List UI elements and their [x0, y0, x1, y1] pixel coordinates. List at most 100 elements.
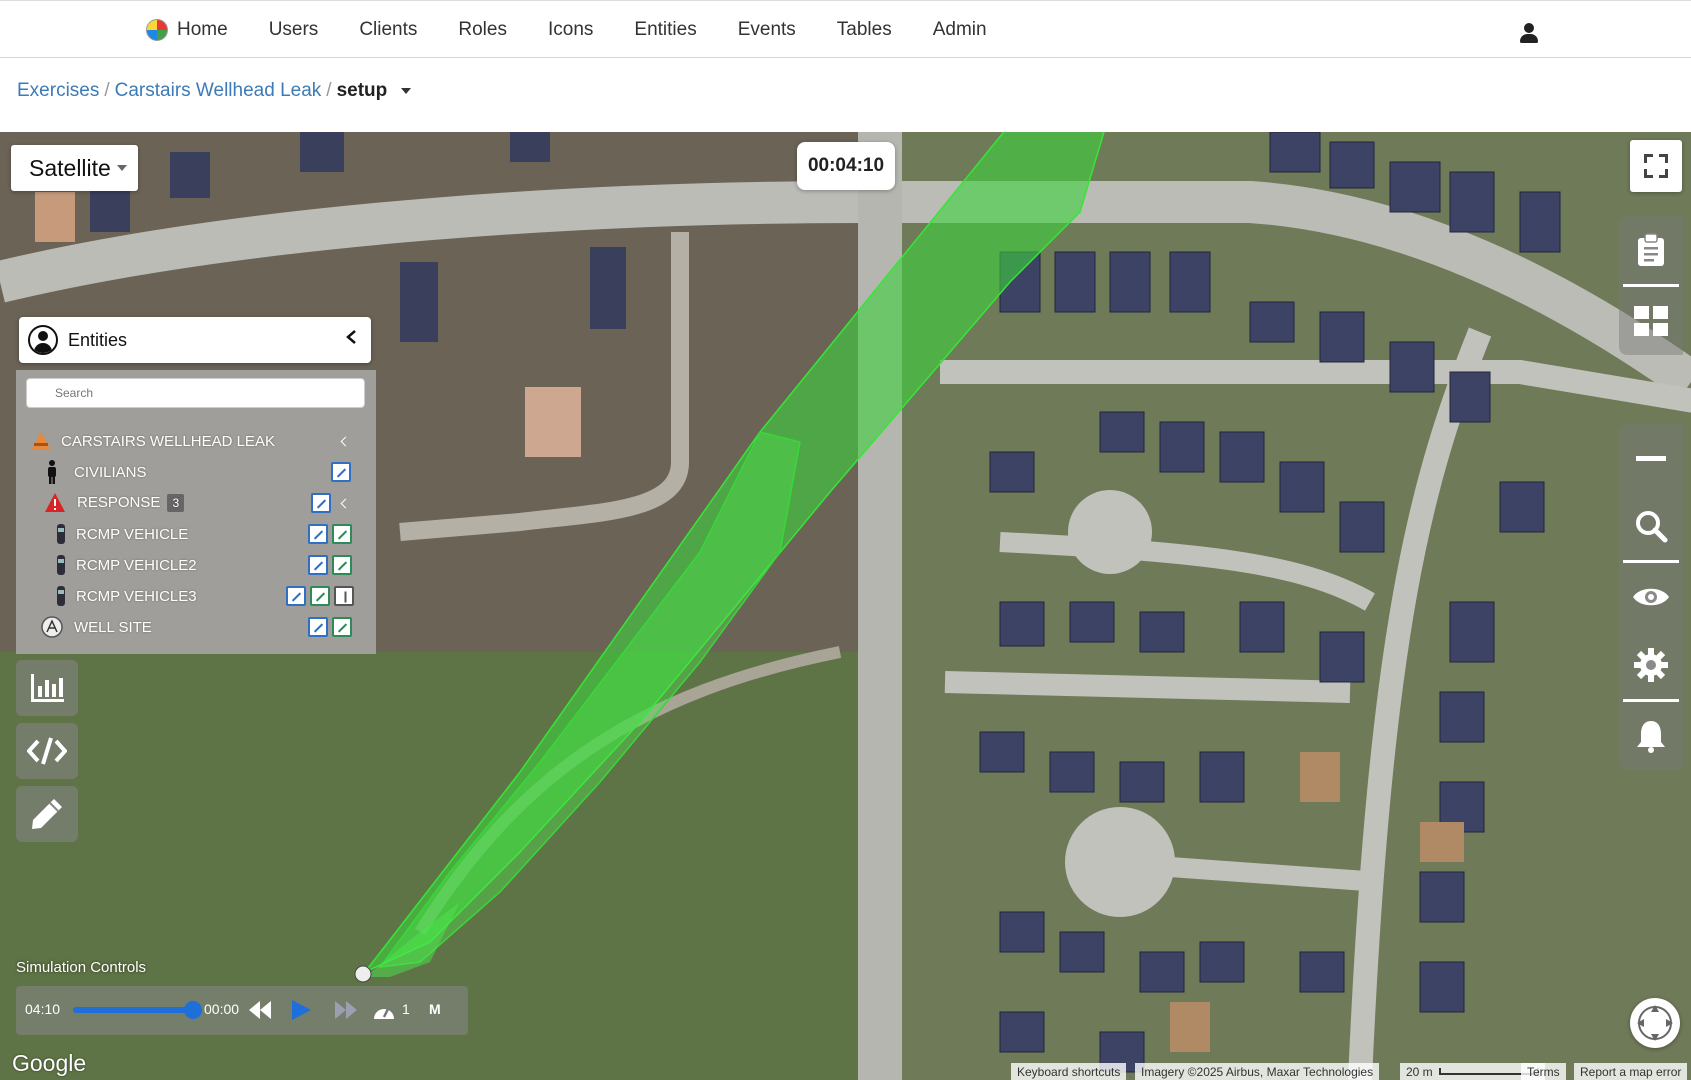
code-icon [27, 737, 67, 765]
navigate-icon [337, 561, 348, 571]
move-button[interactable] [310, 586, 330, 606]
tree-item-civilians[interactable]: CIVILIANS [16, 457, 376, 487]
search-button[interactable] [1619, 492, 1683, 560]
edit-button[interactable] [311, 493, 331, 513]
sim-mode-button[interactable]: M [429, 1001, 441, 1017]
terms-link[interactable]: Terms [1521, 1063, 1566, 1080]
tree-label-rcmp-vehicle2: RCMP VEHICLE2 [76, 556, 197, 574]
code-button[interactable] [16, 723, 78, 779]
person-icon [48, 460, 56, 484]
well-site-icon [41, 616, 63, 638]
chevron-left-icon[interactable] [345, 330, 359, 344]
rewind-icon[interactable] [248, 1000, 272, 1020]
user-account-icon[interactable] [1519, 23, 1539, 43]
simulation-controls: 04:10 00:00 1 M [16, 986, 468, 1035]
pencil-icon [313, 561, 324, 571]
google-logo: Google [12, 1050, 87, 1076]
nav-users[interactable]: Users [269, 19, 319, 41]
keyboard-shortcuts-link[interactable]: Keyboard shortcuts [1011, 1063, 1127, 1080]
tree-item-root[interactable]: CARSTAIRS WELLHEAD LEAK [16, 426, 376, 456]
pencil-icon [313, 623, 324, 633]
tree-item-rcmp-vehicle2[interactable]: RCMP VEHICLE2 [16, 550, 376, 580]
settings-button[interactable] [1619, 631, 1683, 699]
fullscreen-button[interactable] [1630, 140, 1682, 192]
sim-timeline-slider[interactable] [73, 1007, 193, 1013]
simulation-controls-title: Simulation Controls [16, 959, 147, 976]
notifications-button[interactable] [1619, 702, 1683, 770]
map-rotate-control[interactable] [1630, 998, 1680, 1048]
chevron-left-icon[interactable] [340, 498, 351, 509]
visibility-button[interactable] [1619, 563, 1683, 631]
nav-entities[interactable]: Entities [634, 19, 696, 41]
entities-search-input[interactable] [26, 378, 365, 408]
report-map-error-link[interactable]: Report a map error [1574, 1063, 1688, 1080]
tree-label-response-text: RESPONSE [77, 494, 161, 511]
tree-label-rcmp-vehicle3: RCMP VEHICLE3 [76, 587, 197, 605]
caret-down-icon[interactable] [401, 88, 412, 94]
sim-current-time: 04:10 [25, 1001, 61, 1017]
nav-home[interactable]: Home [146, 19, 228, 41]
edit-button[interactable] [308, 524, 328, 544]
edit-button[interactable] [286, 586, 306, 606]
breadcrumb: Exercises / Carstairs Wellhead Leak / se… [17, 80, 412, 102]
navigate-icon [337, 530, 348, 540]
nav-admin[interactable]: Admin [933, 19, 987, 41]
sim-slider-thumb[interactable] [184, 1001, 202, 1019]
move-button[interactable] [332, 555, 352, 575]
nav-clients[interactable]: Clients [359, 19, 417, 41]
breadcrumb-current: setup [336, 80, 388, 101]
right-toolbar-top [1619, 216, 1683, 355]
search-icon [1636, 511, 1668, 543]
dashboard-button[interactable] [1619, 287, 1683, 355]
zoom-out-button[interactable] [1619, 424, 1683, 492]
response-count-badge: 3 [167, 494, 185, 512]
breadcrumb-exercise[interactable]: Carstairs Wellhead Leak [115, 80, 322, 102]
bar-chart-icon [31, 674, 64, 702]
map-type-label: Satellite [29, 154, 111, 181]
tree-item-response[interactable]: RESPONSE 3 [16, 488, 376, 518]
tree-item-rcmp-vehicle[interactable]: RCMP VEHICLE [16, 519, 376, 549]
minus-icon [1636, 455, 1666, 461]
pencil-icon [316, 499, 327, 509]
entities-panel-header: Entities [19, 317, 371, 363]
navigate-icon [337, 623, 348, 633]
edit-button[interactable] [308, 555, 328, 575]
bell-icon [1637, 721, 1665, 753]
entities-panel: CARSTAIRS WELLHEAD LEAK CIVILIANS RESPON… [16, 370, 376, 654]
entities-panel-title: Entities [68, 329, 128, 350]
draw-button[interactable] [16, 786, 78, 842]
warning-icon [45, 493, 65, 512]
compass-icon [1637, 1005, 1673, 1041]
top-navbar: Home Users Clients Roles Icons Entities … [0, 0, 1691, 58]
tree-label-rcmp-vehicle: RCMP VEHICLE [76, 525, 189, 543]
clipboard-button[interactable] [1619, 216, 1683, 284]
tree-label-well-site: WELL SITE [74, 618, 152, 636]
chevron-left-icon[interactable] [340, 436, 351, 447]
edit-button[interactable] [308, 617, 328, 637]
imagery-attribution: Imagery ©2025 Airbus, Maxar Technologies [1135, 1063, 1380, 1080]
route-button[interactable] [334, 586, 354, 606]
analytics-button[interactable] [16, 660, 78, 716]
gear-icon [1634, 648, 1668, 682]
route-icon [344, 591, 347, 603]
tree-item-rcmp-vehicle3[interactable]: RCMP VEHICLE3 [16, 581, 376, 611]
edit-button[interactable] [331, 462, 351, 482]
nav-home-label: Home [177, 19, 228, 40]
speed-gauge-icon[interactable] [372, 999, 396, 1021]
nav-roles[interactable]: Roles [458, 19, 507, 41]
breadcrumb-separator: / [104, 80, 110, 101]
map-type-selector[interactable]: Satellite [11, 145, 138, 191]
tree-label-root: CARSTAIRS WELLHEAD LEAK [61, 432, 275, 450]
tree-label-response: RESPONSE 3 [77, 494, 185, 512]
clipboard-icon [1638, 233, 1664, 266]
user-circle-icon [28, 325, 58, 355]
breadcrumb-exercises[interactable]: Exercises [17, 80, 99, 102]
move-button[interactable] [332, 524, 352, 544]
nav-events[interactable]: Events [738, 19, 796, 41]
nav-icons[interactable]: Icons [548, 19, 593, 41]
play-icon[interactable] [290, 999, 312, 1021]
tree-item-well-site[interactable]: WELL SITE [16, 612, 376, 642]
nav-tables[interactable]: Tables [837, 19, 892, 41]
move-button[interactable] [332, 617, 352, 637]
fast-forward-icon[interactable] [334, 1000, 358, 1020]
